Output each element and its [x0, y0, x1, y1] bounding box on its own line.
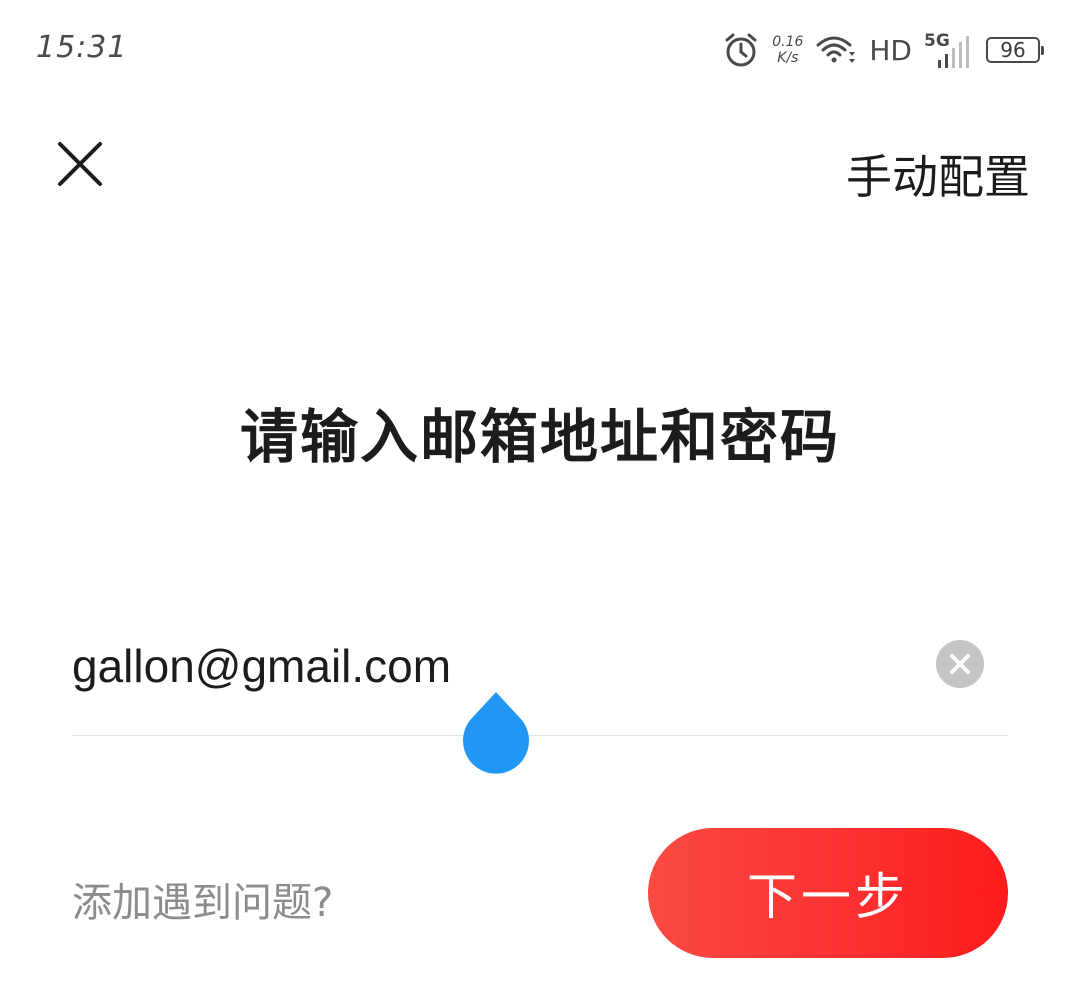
- email-field-underline: [72, 735, 1008, 736]
- net-speed-value: 0.16: [772, 34, 804, 50]
- help-link[interactable]: 添加遇到问题?: [72, 870, 333, 928]
- hd-indicator: HD: [869, 33, 912, 67]
- clear-icon: [950, 654, 970, 674]
- status-bar: 15:31 0.16 K/s HD 5G 96: [0, 0, 1080, 100]
- status-time: 15:31: [36, 30, 128, 65]
- net-speed: 0.16 K/s: [772, 34, 803, 66]
- clear-button[interactable]: [936, 640, 984, 688]
- battery-icon: 96: [986, 37, 1044, 63]
- net-speed-unit: K/s: [777, 50, 799, 66]
- close-icon: [58, 142, 102, 186]
- alarm-icon: [725, 33, 757, 67]
- wifi-icon: [816, 36, 856, 63]
- network-type: 5G: [924, 31, 950, 51]
- manual-config-button[interactable]: 手动配置: [846, 141, 1030, 207]
- text-cursor-handle[interactable]: [462, 690, 530, 774]
- page-title: 请输入邮箱地址和密码: [239, 403, 840, 471]
- status-icons: 0.16 K/s HD 5G 96: [710, 26, 1044, 74]
- signal-icon: 5G: [924, 31, 969, 68]
- next-button[interactable]: 下一步: [648, 828, 1008, 958]
- close-button[interactable]: [56, 140, 104, 188]
- battery-level: 96: [1000, 38, 1026, 62]
